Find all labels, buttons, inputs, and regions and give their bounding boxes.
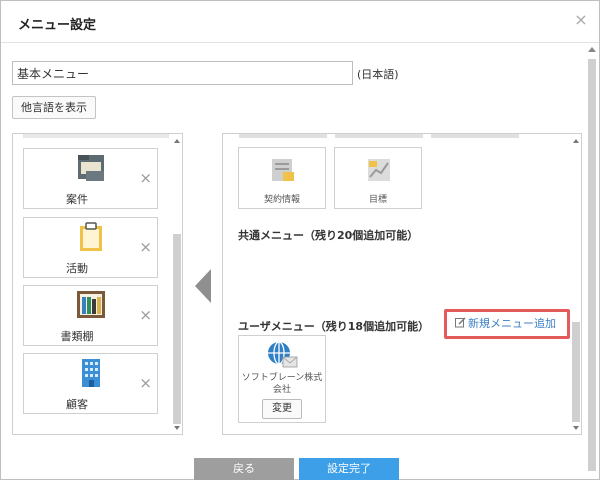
menu-tile-label: 顧客 xyxy=(66,398,88,411)
menu-tile-label: 書類棚 xyxy=(60,330,94,343)
show-other-languages-button[interactable]: 他言語を表示 xyxy=(12,96,96,119)
add-new-menu-link[interactable]: 新規メニュー追加 xyxy=(444,309,570,339)
scroll-up-icon[interactable] xyxy=(573,139,579,143)
folder-icon xyxy=(78,155,104,181)
tile-edge xyxy=(23,134,169,138)
selected-menus-panel: 契約情報 目標 共通メニュー（残り20個追加可能） ユーザメニュー（残り18個追… xyxy=(222,133,582,435)
menu-name-input[interactable] xyxy=(12,61,353,85)
scroll-down-icon[interactable] xyxy=(573,426,579,430)
globe-mail-icon xyxy=(268,341,298,368)
selected-tile-label: 目標 xyxy=(368,195,387,205)
building-icon xyxy=(82,359,100,387)
back-button[interactable]: 戻る xyxy=(194,458,294,480)
scrollbar-thumb[interactable] xyxy=(572,322,580,422)
add-new-menu-label: 新規メニュー追加 xyxy=(468,317,556,330)
menu-tile-label: 案件 xyxy=(66,193,88,206)
scroll-up-icon[interactable] xyxy=(588,47,596,52)
menu-tile-label: 活動 xyxy=(66,262,88,275)
remove-icon[interactable]: × xyxy=(139,374,152,392)
edit-icon xyxy=(455,317,466,328)
language-label: (日本語) xyxy=(357,68,399,81)
menu-tile-anken[interactable]: 案件 × xyxy=(23,148,158,209)
selected-tile-label: 契約情報 xyxy=(263,195,300,205)
available-menus-panel: 案件 × 活動 × 書類棚 × 顧客 × xyxy=(12,133,183,435)
selected-tile-target[interactable]: 目標 xyxy=(334,147,422,209)
menu-tile-shoruidana[interactable]: 書類棚 × xyxy=(23,285,158,346)
right-panel-scrollbar[interactable] xyxy=(571,134,581,434)
menu-tile-katsudo[interactable]: 活動 × xyxy=(23,217,158,278)
user-menu-tile[interactable]: ソフトブレーン株式会社 変更 xyxy=(238,335,326,423)
change-button[interactable]: 変更 xyxy=(262,399,302,419)
left-panel-scrollbar[interactable] xyxy=(172,134,182,434)
bookshelf-icon xyxy=(77,291,105,318)
user-tile-label: ソフトブレーン株式会社 xyxy=(241,373,323,395)
menu-tile-kokyaku[interactable]: 顧客 × xyxy=(23,353,158,414)
clipboard-icon xyxy=(80,222,102,251)
move-left-arrow-icon[interactable] xyxy=(195,269,211,303)
common-menu-heading: 共通メニュー（残り20個追加可能） xyxy=(238,229,419,242)
scrollbar-thumb[interactable] xyxy=(173,234,181,424)
remove-icon[interactable]: × xyxy=(139,169,152,187)
contract-icon xyxy=(272,159,294,181)
scrollbar-thumb[interactable] xyxy=(588,59,596,471)
scroll-up-icon[interactable] xyxy=(174,139,180,143)
selected-tile-contract[interactable]: 契約情報 xyxy=(238,147,326,209)
dialog-header: メニュー設定 × xyxy=(1,1,599,43)
tile-edge xyxy=(239,134,327,138)
remove-icon[interactable]: × xyxy=(139,238,152,256)
target-icon xyxy=(368,159,390,181)
complete-settings-button[interactable]: 設定完了 xyxy=(299,458,399,480)
remove-icon[interactable]: × xyxy=(139,306,152,324)
dialog-scrollbar[interactable] xyxy=(587,45,597,479)
tile-edge xyxy=(335,134,423,138)
menu-settings-dialog: メニュー設定 × (日本語) 他言語を表示 案件 × 活動 xyxy=(0,0,600,480)
close-icon[interactable]: × xyxy=(573,12,589,28)
scroll-down-icon[interactable] xyxy=(174,426,180,430)
tile-edge xyxy=(431,134,519,138)
user-menu-heading: ユーザメニュー（残り18個追加可能） xyxy=(238,320,430,333)
dialog-title: メニュー設定 xyxy=(18,18,97,33)
